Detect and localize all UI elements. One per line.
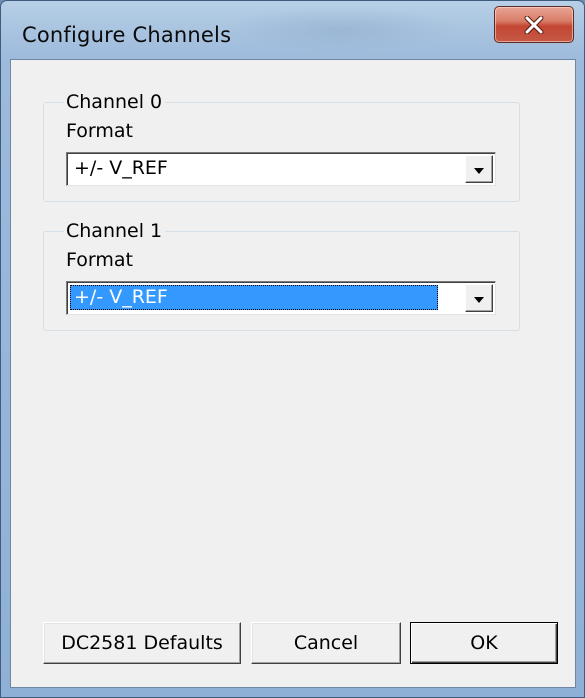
window-title: Configure Channels <box>22 23 232 47</box>
channel-1-format-value: +/- V_REF <box>70 285 438 310</box>
close-icon <box>524 15 544 34</box>
channel-0-format-value: +/- V_REF <box>74 157 168 179</box>
dialog-client-area: Channel 0 Format +/- V_REF Channel 1 For… <box>10 59 576 688</box>
channel-0-label: Channel 0 <box>64 90 166 114</box>
channel-0-dropdown-button[interactable] <box>465 155 493 183</box>
channel-0-format-select[interactable]: +/- V_REF <box>66 152 496 186</box>
channel-0-format-label: Format <box>66 120 133 142</box>
close-button[interactable] <box>494 6 574 43</box>
channel-0-group: Channel 0 Format +/- V_REF <box>43 90 520 202</box>
channel-1-format-label: Format <box>66 249 133 271</box>
chevron-down-icon <box>473 289 485 308</box>
ok-button[interactable]: OK <box>410 622 558 664</box>
title-bar[interactable]: Configure Channels <box>1 1 584 59</box>
channel-1-format-select[interactable]: +/- V_REF <box>66 281 496 315</box>
channel-1-dropdown-button[interactable] <box>465 284 493 312</box>
cancel-button[interactable]: Cancel <box>251 622 401 664</box>
channel-1-label: Channel 1 <box>64 219 166 243</box>
defaults-button[interactable]: DC2581 Defaults <box>43 622 241 664</box>
dialog-window: Configure Channels Channel 0 Format +/- … <box>0 0 585 698</box>
channel-1-group: Channel 1 Format +/- V_REF <box>43 219 520 331</box>
chevron-down-icon <box>473 160 485 179</box>
